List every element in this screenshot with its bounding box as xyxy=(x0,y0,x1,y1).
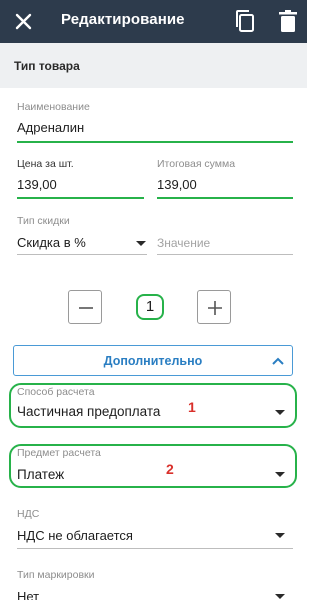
price-label: Цена за шт. xyxy=(17,158,74,170)
payment-subject-label: Предмет расчета xyxy=(17,447,101,459)
annotation-marker-1: 1 xyxy=(188,399,196,415)
vat-underline xyxy=(17,548,293,549)
marking-type-label: Тип маркировки xyxy=(17,569,95,581)
decrement-button[interactable] xyxy=(68,290,102,324)
annotation-marker-2: 2 xyxy=(166,461,174,477)
marking-type-value: Нет xyxy=(17,589,40,600)
chevron-down-icon xyxy=(275,410,285,415)
chevron-down-icon xyxy=(275,472,285,477)
close-icon[interactable] xyxy=(10,8,37,35)
discount-amount-underline xyxy=(157,254,293,255)
quantity-value[interactable]: 1 xyxy=(136,294,164,320)
name-field[interactable]: Адреналин xyxy=(17,120,84,135)
total-field-underline xyxy=(157,197,293,199)
more-options-button[interactable]: Дополнительно xyxy=(13,345,293,376)
vat-label: НДС xyxy=(17,508,40,520)
discount-type-underline xyxy=(17,254,147,255)
more-options-label: Дополнительно xyxy=(103,354,203,368)
plus-icon xyxy=(208,301,222,315)
minus-icon xyxy=(79,307,93,309)
increment-button[interactable] xyxy=(197,290,231,324)
discount-type-value: Скидка в % xyxy=(17,235,86,250)
page-title: Редактирование xyxy=(61,11,185,28)
vat-value: НДС не облагается xyxy=(17,528,133,543)
payment-subject-value: Платеж xyxy=(17,467,65,482)
chevron-down-icon xyxy=(275,533,285,538)
price-field-underline xyxy=(17,197,144,199)
payment-method-value: Частичная предоплата xyxy=(17,404,161,419)
chevron-down-icon xyxy=(275,594,285,599)
price-field[interactable]: 139,00 xyxy=(17,177,57,192)
chevron-up-icon xyxy=(272,357,284,365)
total-label: Итоговая сумма xyxy=(157,158,236,170)
product-type-label: Тип товара xyxy=(14,59,80,73)
name-label: Наименование xyxy=(17,101,90,113)
copy-icon[interactable] xyxy=(234,9,256,33)
payment-method-label: Способ расчета xyxy=(17,386,95,398)
name-field-underline xyxy=(17,141,293,143)
product-type-section[interactable]: Тип товара xyxy=(0,43,307,88)
discount-type-label: Тип скидки xyxy=(17,215,70,227)
total-field[interactable]: 139,00 xyxy=(157,177,197,192)
chevron-down-icon xyxy=(136,241,146,246)
trash-icon[interactable] xyxy=(278,9,298,33)
discount-amount-input[interactable]: Значение xyxy=(157,236,210,250)
app-bar: Редактирование xyxy=(0,0,307,43)
